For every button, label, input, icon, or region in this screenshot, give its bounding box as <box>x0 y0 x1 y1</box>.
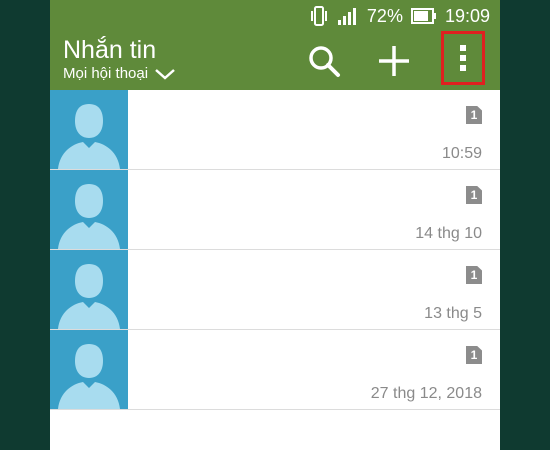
battery-icon <box>410 8 437 24</box>
person-icon <box>58 104 120 169</box>
filter-label: Mọi hội thoại <box>63 65 149 82</box>
phone-screen: 72% 19:09 Nhắn tin Mọi hội thoại 1 10:59… <box>50 0 500 450</box>
person-icon <box>58 264 120 329</box>
conversation-list: 1 10:59 1 14 thg 10 1 13 thg 5 1 27 thg … <box>50 90 500 410</box>
new-message-button[interactable] <box>376 43 412 79</box>
avatar <box>50 90 128 169</box>
page-title: Nhắn tin <box>63 36 157 64</box>
person-icon <box>58 184 120 249</box>
signal-icon <box>337 6 359 26</box>
sim-badge: 1 <box>466 266 482 284</box>
sim-badge: 1 <box>466 106 482 124</box>
conversation-time: 27 thg 12, 2018 <box>370 385 482 402</box>
search-icon <box>309 46 340 77</box>
app-bar: 72% 19:09 Nhắn tin Mọi hội thoại <box>50 0 500 90</box>
sim-badge: 1 <box>466 346 482 364</box>
conversation-time: 13 thg 5 <box>424 305 482 322</box>
clock: 19:09 <box>444 5 490 26</box>
conversation-time: 14 thg 10 <box>415 225 482 242</box>
avatar <box>50 250 128 329</box>
conversation-item[interactable]: 1 27 thg 12, 2018 <box>50 330 500 410</box>
conversation-item[interactable]: 1 14 thg 10 <box>50 170 500 250</box>
sim-badge: 1 <box>466 186 482 204</box>
battery-percent: 72% <box>366 5 403 26</box>
conversation-item[interactable]: 1 13 thg 5 <box>50 250 500 330</box>
status-bar: 72% 19:09 <box>50 0 500 32</box>
filter-dropdown[interactable]: Mọi hội thoại <box>63 65 176 82</box>
conversation-item[interactable]: 1 10:59 <box>50 90 500 170</box>
avatar <box>50 330 128 409</box>
avatar <box>50 170 128 249</box>
search-button[interactable] <box>306 43 342 79</box>
person-icon <box>58 344 120 409</box>
conversation-time: 10:59 <box>441 145 482 162</box>
vibrate-icon <box>309 5 329 27</box>
chevron-down-icon <box>154 67 176 81</box>
more-vert-icon <box>460 45 466 71</box>
plus-icon <box>379 46 409 76</box>
more-options-button[interactable] <box>441 31 485 85</box>
